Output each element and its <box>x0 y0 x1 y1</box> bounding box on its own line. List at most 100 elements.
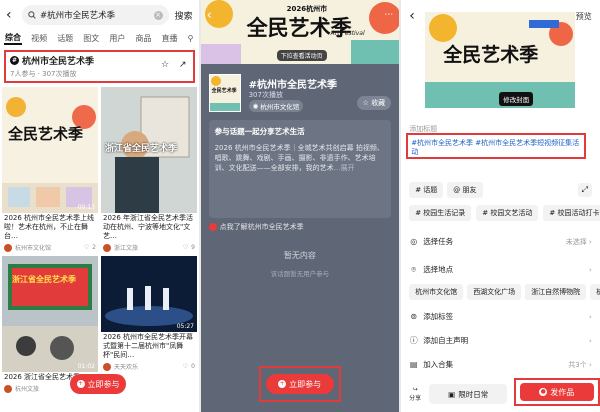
avatar <box>4 243 12 252</box>
join-label: 立即参与 <box>289 379 322 389</box>
row-value: 未选择 › <box>565 237 592 246</box>
like-count: 0 <box>191 363 195 370</box>
topic-page-panel: 2026杭州市 全民艺术季 Art Festival 下拉查看活动页 ‹ ⋯ 全… <box>200 0 400 412</box>
suggested-topics: # 校园生活记录 # 校园文艺活动 # 校园活动打卡 <box>409 205 600 221</box>
card-author: 天天欢乐 <box>114 364 139 371</box>
location-chip[interactable]: 杭 <box>590 284 600 300</box>
join-label: 立即参与 <box>87 379 120 389</box>
topic-stats: 7人参与 · 307次播放 <box>10 70 77 78</box>
publish-icon: ● <box>539 388 548 396</box>
card-title: 2026 杭州市全民艺术季上线啦！艺术在杭州，不止在舞台… <box>4 214 95 240</box>
add-collection-row[interactable]: ▤ 加入合集 共3个 › <box>409 359 592 370</box>
card-overlay-text: 浙江省全民艺术季 <box>12 275 76 284</box>
preview-button[interactable]: 预览 <box>576 11 592 22</box>
add-tag-row[interactable]: ⊚ 添加标签 › <box>409 311 592 322</box>
row-value: › <box>588 336 592 345</box>
location-chip[interactable]: 西湖文化广场 <box>467 284 522 300</box>
back-arrow-icon[interactable]: ‹ <box>409 8 419 24</box>
tab-goods[interactable]: 商品 <box>134 33 152 44</box>
card-author: 浙江文旅 <box>114 245 139 252</box>
card-title: 2026 杭州市全民艺术季开幕式暨第十二届杭州市"凤舞杯"民间… <box>103 333 194 359</box>
list-item[interactable]: 05:27 2026 杭州市全民艺术季开幕式暨第十二届杭州市"凤舞杯"民间… 天… <box>101 256 197 372</box>
row-value: › <box>588 265 592 274</box>
list-item[interactable]: 全民艺术季 00:13 2026 杭州市全民艺术季上线啦！艺术在杭州，不止在舞台… <box>2 87 98 253</box>
filter-icon[interactable]: ⚲ <box>187 34 195 43</box>
location-suggestions: 杭州市文化馆 西湖文化广场 浙江自然博物院 杭 <box>409 284 600 300</box>
insert-topic-chip[interactable]: # 话题 <box>409 182 444 198</box>
row-label: 添加标签 <box>423 312 454 321</box>
edit-cover-button[interactable]: 修改封面 <box>499 92 534 106</box>
row-value: › <box>588 312 592 321</box>
tab-video[interactable]: 视频 <box>30 33 48 44</box>
star-icon[interactable]: ☆ <box>161 60 169 70</box>
location-chip[interactable]: 浙江自然博物院 <box>525 284 587 300</box>
hashtag-icon: # <box>10 56 19 65</box>
tab-topic[interactable]: 话题 <box>56 33 74 44</box>
statement-icon: ⓘ <box>409 336 418 345</box>
join-button[interactable]: + 立即参与 <box>265 374 334 394</box>
tab-live[interactable]: 直播 <box>161 33 179 44</box>
video-duration: 01:02 <box>77 363 95 370</box>
owner-label: 杭州市文化馆 <box>260 103 300 111</box>
back-arrow-icon[interactable]: ‹ <box>207 8 212 23</box>
back-arrow-icon[interactable]: ‹ <box>6 7 16 23</box>
quick-insert-row: # 话题 @ 朋友 ⤢ <box>409 182 592 198</box>
owner-icon: ◉ <box>252 102 259 110</box>
fullscreen-icon[interactable]: ⤢ <box>577 183 592 197</box>
avatar <box>103 243 111 252</box>
row-label: 添加自主声明 <box>423 336 469 345</box>
heart-icon[interactable]: ♡ <box>84 244 89 251</box>
suggested-topic-chip[interactable]: # 校园活动打卡 <box>543 205 600 221</box>
select-task-row[interactable]: ◎ 选择任务 未选择 › <box>409 236 592 247</box>
link-icon <box>208 223 217 231</box>
daily-label: 限时日常 <box>458 389 489 399</box>
share-label: 分享 <box>409 395 422 402</box>
description-body: 2026 杭州市全民艺术季｜全城艺术共创启幕 拍视频、唱歌、跳舞、戏剧、手画、摄… <box>214 144 384 172</box>
card-overlay-text: 浙江省全民艺术季 <box>105 144 178 154</box>
mention-friend-chip[interactable]: @ 朋友 <box>447 182 483 198</box>
location-chip[interactable]: 杭州市文化馆 <box>409 284 464 300</box>
row-label: 加入合集 <box>423 360 454 369</box>
share-icon[interactable]: ↗ <box>179 60 187 70</box>
cover-overlay-text: 全民艺术季 <box>443 44 539 66</box>
heart-icon[interactable]: ♡ <box>183 363 188 370</box>
favorite-button[interactable]: ☆ 收藏 <box>356 96 392 110</box>
join-button[interactable]: + 立即参与 <box>70 374 126 394</box>
suggested-topic-chip[interactable]: # 校园生活记录 <box>409 205 472 221</box>
publish-button[interactable]: ● 发作品 <box>519 383 594 401</box>
clear-icon[interactable]: × <box>153 10 163 20</box>
search-icon <box>28 11 36 19</box>
topic-info: 全民艺术季 #杭州市全民艺术季 307次播放 ◉ 杭州市文化馆 ☆ 收藏 <box>208 74 392 114</box>
suggested-topic-chip[interactable]: # 校园文艺活动 <box>476 205 539 221</box>
search-button[interactable]: 搜索 <box>175 9 193 22</box>
search-bar-row: ‹ #杭州市全民艺术季 × 搜索 <box>0 0 199 30</box>
plus-icon: + <box>76 380 85 388</box>
list-item[interactable]: 浙江省全民艺术季 2026 年浙江省全民艺术季活动在杭州、宁波等地文化"文艺… … <box>101 87 197 253</box>
tab-users[interactable]: 用户 <box>108 33 126 44</box>
screenshot-composite: ‹ #杭州市全民艺术季 × 搜索 综合 视频 话题 图文 用户 商品 直播 ⚲ … <box>0 0 600 412</box>
search-input[interactable]: #杭州市全民艺术季 × <box>22 5 169 25</box>
expand-link[interactable]: …展开 <box>334 164 355 172</box>
select-location-row[interactable]: ⌾ 选择地点 › <box>409 264 592 275</box>
collection-icon: ▤ <box>409 360 418 369</box>
more-icon[interactable]: ⋯ <box>384 10 393 20</box>
learn-more-link[interactable]: 点我了解杭州市全民艺术季 <box>208 222 304 232</box>
heart-icon[interactable]: ♡ <box>183 244 188 251</box>
topic-owner-tag[interactable]: ◉ 杭州市文化馆 <box>248 100 304 112</box>
daily-button[interactable]: ▣ 限时日常 <box>429 384 508 404</box>
publish-button-highlight: ● 发作品 <box>513 378 600 406</box>
description-input[interactable]: #杭州市全民艺术季 #杭州市全民艺术季短视频征集活动 <box>406 133 587 159</box>
share-button[interactable]: ↪ 分享 <box>407 386 423 402</box>
publish-panel: ‹ 预览 全民艺术季 修改封面 添加标题 #杭州市全民艺术季 #杭州市全民艺术季… <box>401 0 600 412</box>
add-statement-row[interactable]: ⓘ 添加自主声明 › <box>409 335 592 346</box>
plus-icon: + <box>278 380 287 388</box>
tab-image-text[interactable]: 图文 <box>82 33 100 44</box>
topic-result-card[interactable]: # 杭州市全民艺术季 7人参与 · 307次播放 ☆ ↗ <box>4 50 195 83</box>
star-icon: ☆ <box>362 99 372 107</box>
tab-all[interactable]: 综合 <box>4 32 22 45</box>
location-icon: ⌾ <box>411 265 417 274</box>
learn-more-label: 点我了解杭州市全民艺术季 <box>219 223 304 231</box>
topic-banner: 2026杭州市 全民艺术季 Art Festival 下拉查看活动页 ‹ ⋯ <box>200 0 400 64</box>
topic-title: 杭州市全民艺术季 <box>22 57 95 67</box>
video-grid: 全民艺术季 00:13 2026 杭州市全民艺术季上线啦！艺术在杭州，不止在舞台… <box>0 83 199 394</box>
